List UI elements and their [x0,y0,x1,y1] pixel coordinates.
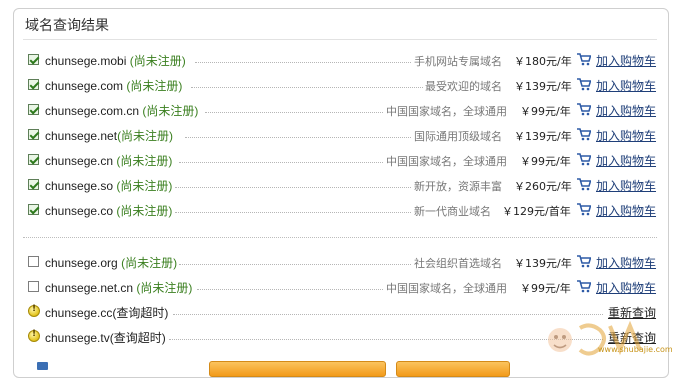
domain-price: ￥139元/年 [514,257,572,270]
availability-status: (尚未注册) [121,256,178,270]
dotted-leader [185,137,413,138]
add-to-cart-link[interactable]: 加入购物车 [596,127,656,144]
domain-name: chunsege.cc(查询超时) [45,306,169,320]
add-to-cart-link[interactable]: 加入购物车 [596,152,656,169]
domain-name: chunsege.cn (尚未注册) [45,154,173,168]
panel-title: 域名查询结果 [25,18,109,34]
domain-row: chunsege.mobi (尚未注册) 手机网站专属域名 ￥180元/年 加入… [23,48,663,72]
domain-checkbox[interactable] [28,179,39,190]
section-divider [23,237,657,238]
domain-row: chunsege.co (尚未注册) 新一代商业域名 ￥129元/首年 加入购物… [23,198,663,222]
domain-name: chunsege.co (尚未注册) [45,204,173,218]
dotted-leader [175,212,413,213]
shopping-cart-icon[interactable] [576,152,591,166]
watermark-text: www.shubajie.com [598,345,673,354]
domain-price: ￥99元/年 [520,155,571,168]
domain-name: chunsege.net.cn (尚未注册) [45,281,193,295]
domain-checkbox[interactable] [28,256,39,267]
domain-description: 手机网站专属域名 [412,53,502,69]
availability-status: (尚未注册) [126,79,183,93]
domain-description: 社会组织首选域名 [412,255,502,271]
availability-status: (尚未注册) [142,104,199,118]
domain-name: chunsege.com (尚未注册) [45,79,183,93]
dotted-leader [197,289,385,290]
domain-row: chunsege.so (尚未注册) 新开放，资源丰富 ￥260元/年 加入购物… [23,173,663,197]
secondary-action-button[interactable] [396,361,510,377]
domain-row: chunsege.com.cn (尚未注册) 中国国家域名，全球通用 ￥99元/… [23,98,663,122]
dotted-leader [173,314,603,315]
domain-price: ￥99元/年 [520,282,571,295]
domain-name: chunsege.so (尚未注册) [45,179,173,193]
dotted-leader [179,264,413,265]
query-status: (查询超时) [109,331,166,345]
shopping-cart-icon[interactable] [576,77,591,91]
dotted-leader [191,87,423,88]
shopping-cart-icon[interactable] [576,254,591,268]
availability-status: (尚未注册) [116,179,173,193]
select-all-checkbox[interactable] [37,362,48,370]
domain-row: chunsege.net.cn (尚未注册) 中国国家域名，全球通用 ￥99元/… [23,275,663,299]
shopping-cart-icon[interactable] [576,202,591,216]
domain-price: ￥139元/年 [514,80,572,93]
add-to-cart-link[interactable]: 加入购物车 [596,177,656,194]
add-to-cart-link[interactable]: 加入购物车 [596,77,656,94]
domain-row: chunsege.cn (尚未注册) 中国国家域名，全球通用 ￥99元/年 加入… [23,148,663,172]
domain-description: 中国国家域名，全球通用 [384,103,507,119]
availability-status: (尚未注册) [129,54,186,68]
domain-description: 新一代商业域名 [412,203,491,219]
add-to-cart-link[interactable]: 加入购物车 [596,279,656,296]
availability-status: (尚未注册) [116,204,173,218]
domain-checkbox[interactable] [28,79,39,90]
domain-name: chunsege.com.cn (尚未注册) [45,104,199,118]
availability-status: (尚未注册) [117,129,174,143]
domain-name: chunsege.mobi (尚未注册) [45,54,186,68]
dotted-leader [195,62,411,63]
shopping-cart-icon[interactable] [576,279,591,293]
domain-checkbox[interactable] [28,154,39,165]
dotted-leader [205,112,385,113]
query-status: (查询超时) [112,306,169,320]
domain-price: ￥180元/年 [514,55,572,68]
warning-icon [28,329,40,342]
domain-row: chunsege.org (尚未注册) 社会组织首选域名 ￥139元/年 加入购… [23,250,663,274]
add-to-cart-link[interactable]: 加入购物车 [596,254,656,271]
domain-row: chunsege.com (尚未注册) 最受欢迎的域名 ￥139元/年 加入购物… [23,73,663,97]
shopping-cart-icon[interactable] [576,102,591,116]
dotted-leader [179,162,385,163]
domain-row: chunsege.net(尚未注册) 国际通用顶级域名 ￥139元/年 加入购物… [23,123,663,147]
domain-checkbox[interactable] [28,54,39,65]
domain-checkbox[interactable] [28,104,39,115]
warning-icon [28,304,40,317]
add-to-cart-link[interactable]: 加入购物车 [596,52,656,69]
domain-name: chunsege.org (尚未注册) [45,256,178,270]
title-divider [23,39,657,40]
dotted-leader [169,339,603,340]
availability-status: (尚未注册) [136,281,193,295]
shopping-cart-icon[interactable] [576,127,591,141]
domain-price: ￥99元/年 [520,105,571,118]
shopping-cart-icon[interactable] [576,52,591,66]
domain-name: chunsege.net(尚未注册) [45,129,174,143]
domain-checkbox[interactable] [28,281,39,292]
domain-checkbox[interactable] [28,129,39,140]
domain-name: chunsege.tv(查询超时) [45,331,166,345]
add-to-cart-link[interactable]: 加入购物车 [596,202,656,219]
domain-checkbox[interactable] [28,204,39,215]
shopping-cart-icon[interactable] [576,177,591,191]
domain-description: 中国国家域名，全球通用 [384,153,507,169]
domain-price: ￥260元/年 [514,180,572,193]
domain-description: 新开放，资源丰富 [412,178,502,194]
domain-price: ￥129元/首年 [502,205,571,218]
domain-description: 国际通用顶级域名 [412,128,502,144]
domain-description: 最受欢迎的域名 [423,78,502,94]
availability-status: (尚未注册) [116,154,173,168]
domain-price: ￥139元/年 [514,130,572,143]
watermark-logo [548,320,642,356]
primary-action-button[interactable] [209,361,386,377]
add-to-cart-link[interactable]: 加入购物车 [596,102,656,119]
dotted-leader [175,187,413,188]
domain-description: 中国国家域名，全球通用 [384,280,507,296]
